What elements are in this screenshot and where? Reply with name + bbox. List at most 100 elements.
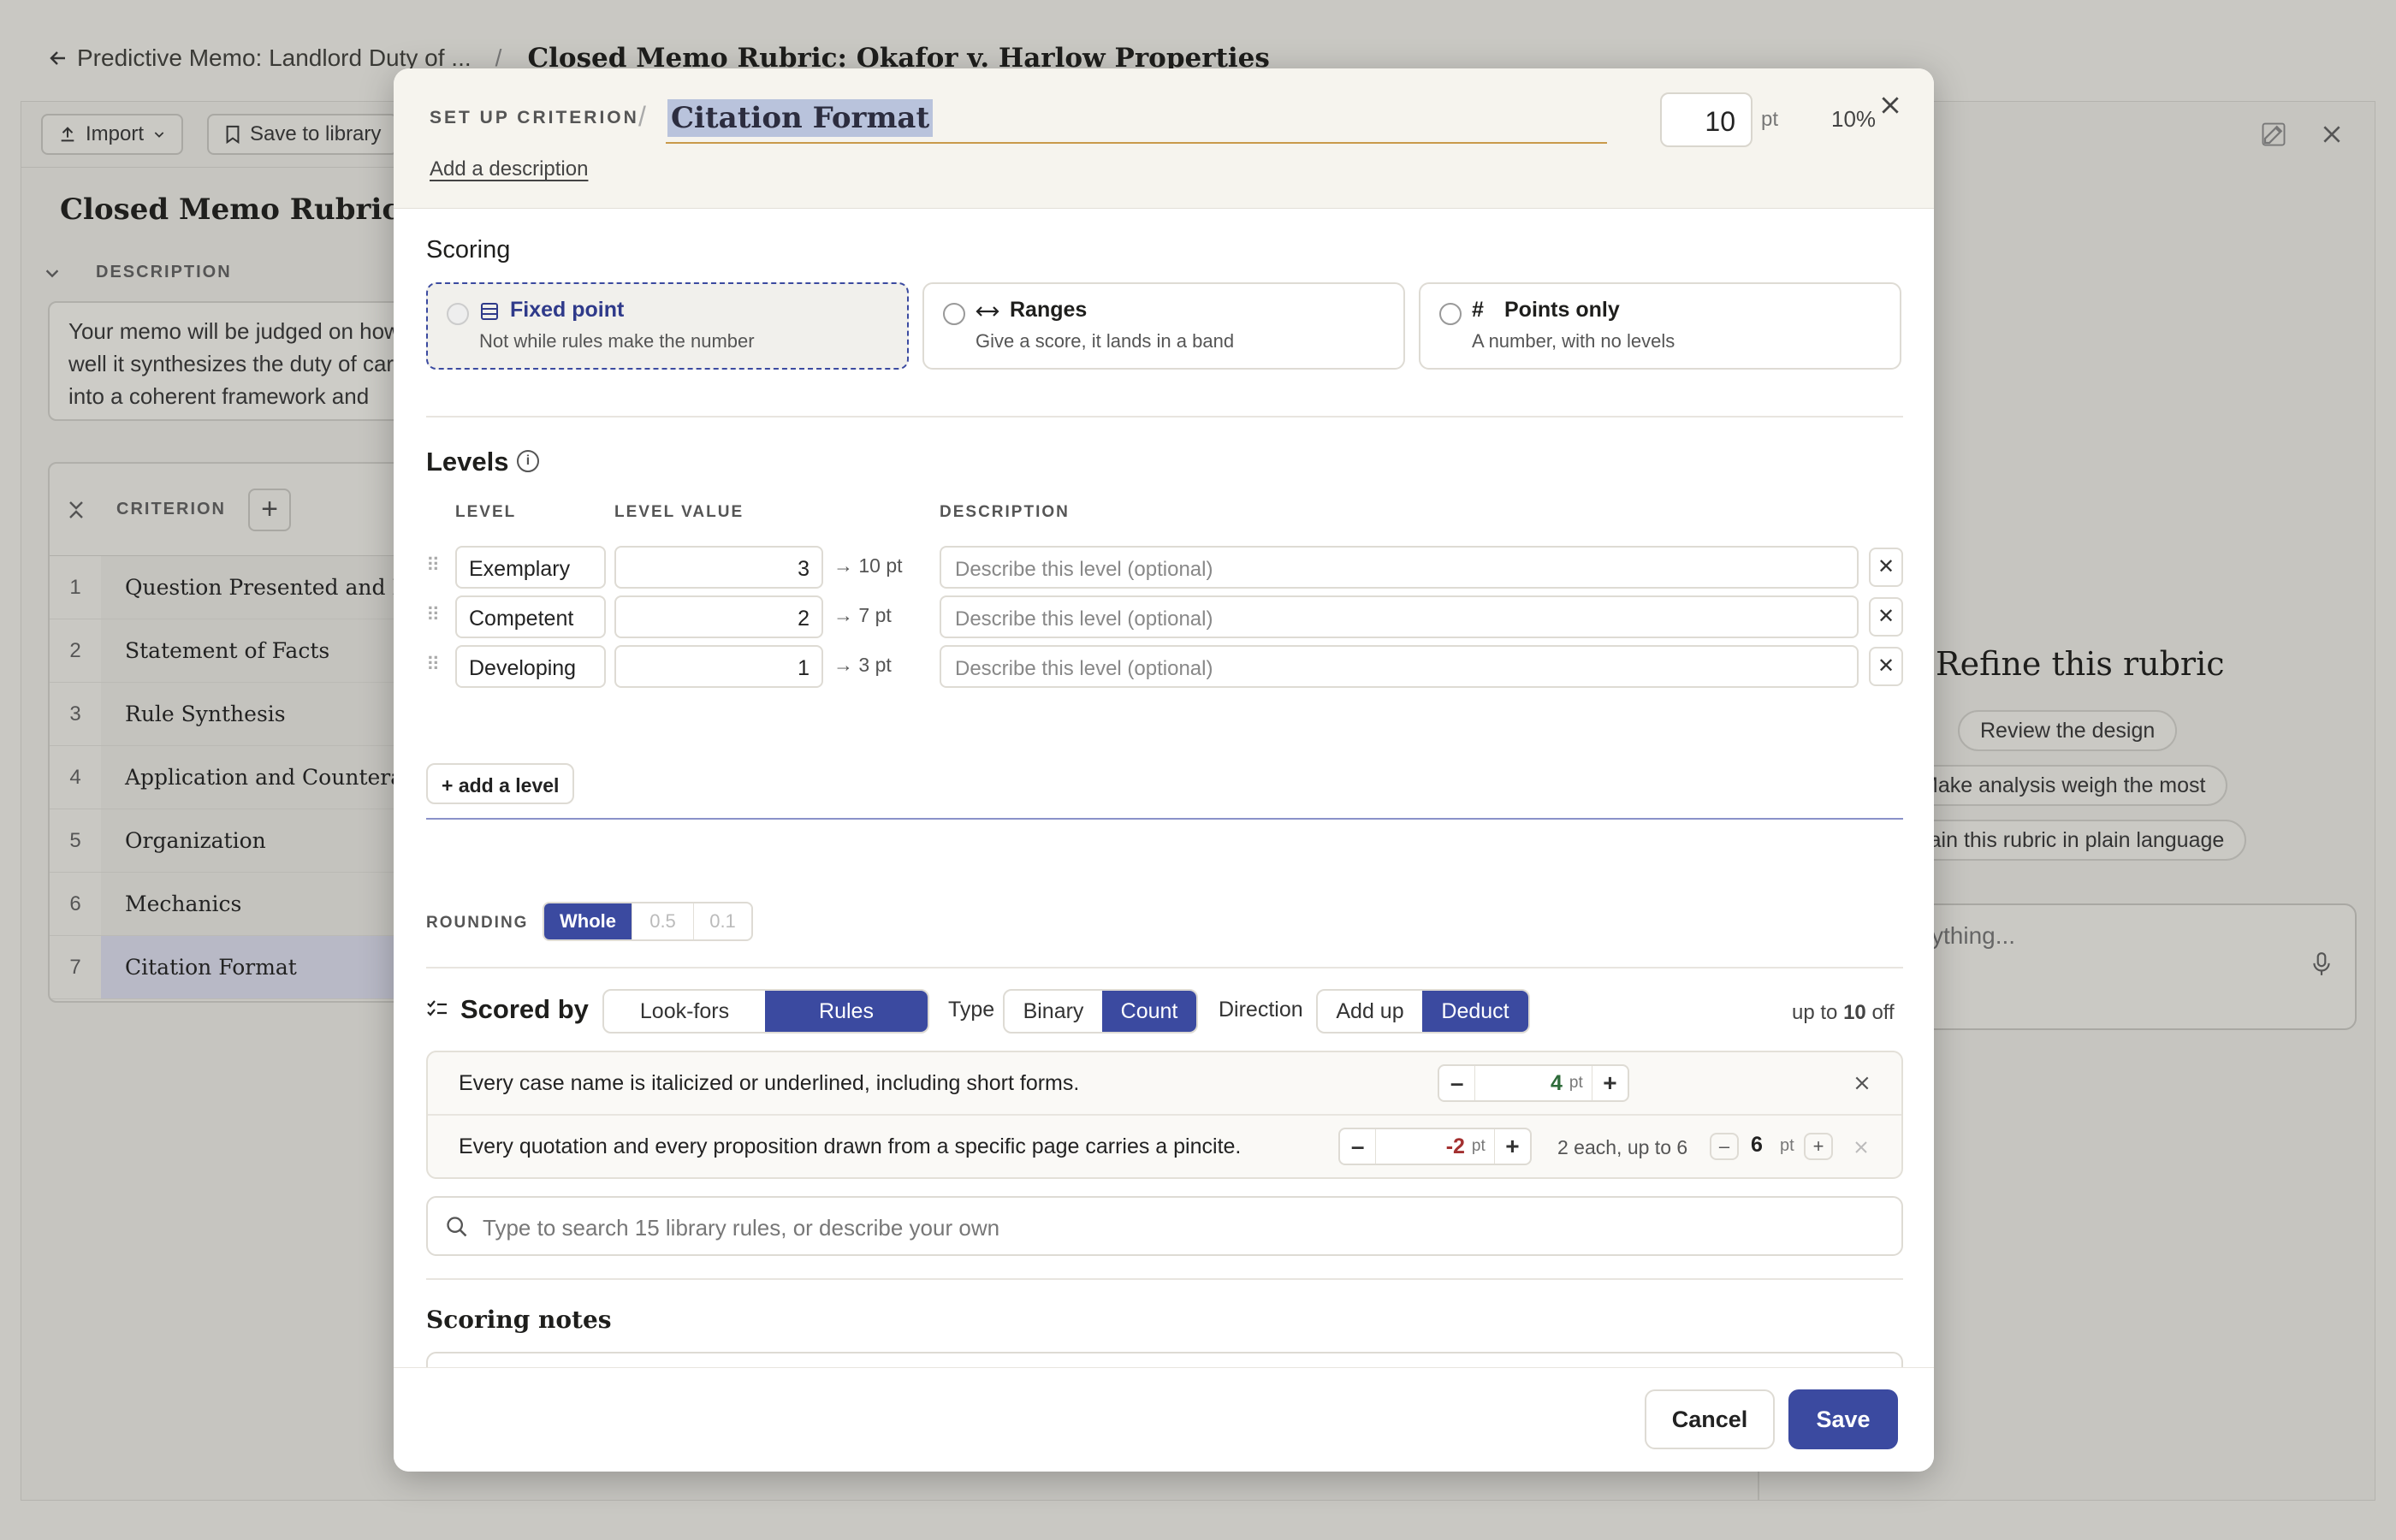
scoring-option-points-only[interactable]: # Points only A number, with no levels	[1419, 282, 1901, 370]
cancel-button[interactable]: Cancel	[1645, 1389, 1775, 1449]
description-textarea[interactable]: Your memo will be judged on how well it …	[48, 301, 450, 421]
rounding-whole[interactable]: Whole	[544, 903, 632, 939]
criterion-row[interactable]: 5 Organization	[50, 809, 448, 873]
points-only-title: Points only	[1504, 298, 1620, 322]
level-name-input[interactable]: Developing	[455, 645, 606, 688]
rule-text: Every quotation and every proposition dr…	[459, 1134, 1242, 1158]
increment-button[interactable]: +	[1592, 1069, 1628, 1097]
level-name-input[interactable]: Exemplary	[455, 546, 606, 589]
rounding-half[interactable]: 0.5	[632, 903, 693, 939]
add-criterion-button[interactable]: +	[248, 488, 291, 531]
hash-icon: #	[1472, 298, 1484, 322]
remove-rule-icon[interactable]	[1853, 1075, 1871, 1092]
direction-add-up[interactable]: Add up	[1318, 991, 1422, 1032]
points-only-radio[interactable]	[1439, 303, 1462, 325]
ranges-subtitle: Give a score, it lands in a band	[976, 330, 1235, 352]
cap-value: 10	[1843, 1001, 1866, 1024]
suggestion-chip-review[interactable]: Review the design	[1958, 710, 2178, 751]
deduction-cap: up to 10 off	[1792, 1001, 1895, 1025]
rule-points-stepper: – -2 pt +	[1338, 1128, 1532, 1165]
type-binary[interactable]: Binary	[1005, 991, 1102, 1032]
import-button[interactable]: Import	[41, 114, 184, 155]
scoring-option-ranges[interactable]: Ranges Give a score, it lands in a band	[922, 282, 1405, 370]
level-row: ⠿ Developing 1 → 3 pt Describe this level (o…	[426, 645, 1903, 688]
save-to-library-button[interactable]: Save to library	[207, 114, 399, 155]
criterion-row[interactable]: 4Application and Counterarguments	[50, 746, 448, 809]
remove-level-icon[interactable]: ✕	[1869, 647, 1903, 686]
criterion-number: 7	[69, 955, 81, 979]
criteria-table: CRITERION + 1Question Presented and Brie…	[48, 462, 450, 1003]
decrement-button[interactable]: –	[1439, 1069, 1474, 1097]
add-level-button[interactable]: + add a level	[426, 763, 575, 804]
rule-row: Every case name is italicized or underli…	[428, 1052, 1901, 1116]
cap-prefix: up to	[1792, 1001, 1838, 1024]
rule-points-value[interactable]: -2 pt	[1375, 1129, 1495, 1164]
rule-row: Every quotation and every proposition dr…	[428, 1116, 1901, 1179]
criterion-title-input[interactable]: Citation Format	[666, 91, 1607, 144]
level-description-input[interactable]: Describe this level (optional)	[940, 645, 1859, 688]
level-points: → 3 pt	[833, 654, 892, 676]
close-panel-icon[interactable]	[2321, 123, 2343, 145]
criterion-row[interactable]: 1Question Presented and Brief Answer	[50, 556, 448, 619]
search-icon	[447, 1217, 467, 1237]
rule-search-input[interactable]: Type to search 15 library rules, or desc…	[426, 1196, 1903, 1256]
title-separator: /	[638, 101, 646, 132]
scoring-option-fixed-point[interactable]: Fixed point Not while rules make the num…	[426, 282, 909, 370]
add-description-link[interactable]: Add a description	[430, 157, 588, 181]
chevron-down-icon	[154, 132, 164, 138]
remove-rule-icon[interactable]	[1853, 1140, 1869, 1155]
drag-handle-icon[interactable]: ⠿	[426, 554, 440, 577]
modal-body: Scoring Fixed point Not while rules make…	[394, 209, 1934, 1436]
criterion-number: 1	[69, 575, 81, 599]
save-to-library-label: Save to library	[250, 122, 382, 145]
level-value-input[interactable]: 2	[614, 595, 823, 638]
points-unit: pt	[1761, 108, 1779, 131]
mode-rules[interactable]: Rules	[765, 991, 928, 1032]
level-description-input[interactable]: Describe this level (optional)	[940, 595, 1859, 638]
criterion-row[interactable]: 7 Citation Format	[50, 936, 448, 999]
collapse-description-icon[interactable]	[43, 264, 62, 282]
info-icon[interactable]: i	[517, 450, 539, 472]
criterion-points-input[interactable]: 10	[1660, 92, 1753, 147]
suggestion-chip-weigh[interactable]: Make analysis weigh the most	[1898, 765, 2228, 806]
edit-icon[interactable]	[2261, 121, 2286, 147]
decrement-button[interactable]: –	[1340, 1133, 1375, 1160]
checklist-icon	[427, 1000, 447, 1016]
criterion-row[interactable]: 2 Statement of Facts	[50, 619, 448, 683]
drag-handle-icon[interactable]: ⠿	[426, 654, 440, 676]
rule-cap-value[interactable]: 6	[1751, 1133, 1763, 1158]
ranges-radio[interactable]	[943, 303, 965, 325]
arrows-horizontal-icon	[976, 306, 999, 317]
cap-suffix: off	[1871, 1001, 1895, 1024]
fixed-point-radio[interactable]	[447, 303, 469, 325]
criterion-row[interactable]: 6 Mechanics	[50, 873, 448, 936]
points-only-subtitle: A number, with no levels	[1472, 330, 1675, 352]
criterion-row[interactable]: 3 Rule Synthesis	[50, 683, 448, 746]
rounding-tenth[interactable]: 0.1	[693, 903, 751, 939]
back-arrow-icon[interactable]	[48, 48, 68, 68]
cap-decrement-button[interactable]: –	[1710, 1133, 1739, 1160]
mode-look-fors[interactable]: Look-fors	[604, 991, 765, 1032]
level-description-input[interactable]: Describe this level (optional)	[940, 546, 1859, 589]
collapse-all-icon[interactable]	[67, 499, 86, 521]
rule-points-stepper: – 4 pt +	[1438, 1064, 1629, 1102]
direction-label: Direction	[1219, 998, 1303, 1022]
scoring-notes-heading: Scoring notes	[426, 1306, 612, 1334]
level-name-input[interactable]: Competent	[455, 595, 606, 638]
save-button[interactable]: Save	[1788, 1389, 1898, 1449]
type-count[interactable]: Count	[1102, 991, 1196, 1032]
drag-handle-icon[interactable]: ⠿	[426, 604, 440, 626]
remove-level-icon[interactable]: ✕	[1869, 597, 1903, 637]
microphone-icon[interactable]	[2310, 951, 2333, 977]
level-value-input[interactable]: 3	[614, 546, 823, 589]
increment-button[interactable]: +	[1495, 1133, 1530, 1160]
type-label: Type	[948, 998, 995, 1022]
cap-increment-button[interactable]: +	[1804, 1133, 1833, 1160]
remove-level-icon[interactable]: ✕	[1869, 548, 1903, 587]
ranges-title: Ranges	[1010, 298, 1088, 322]
level-value-input[interactable]: 1	[614, 645, 823, 688]
rule-points-value[interactable]: 4 pt	[1474, 1066, 1592, 1100]
close-modal-icon[interactable]	[1879, 94, 1901, 116]
direction-deduct[interactable]: Deduct	[1422, 991, 1528, 1032]
table-icon	[481, 303, 498, 320]
